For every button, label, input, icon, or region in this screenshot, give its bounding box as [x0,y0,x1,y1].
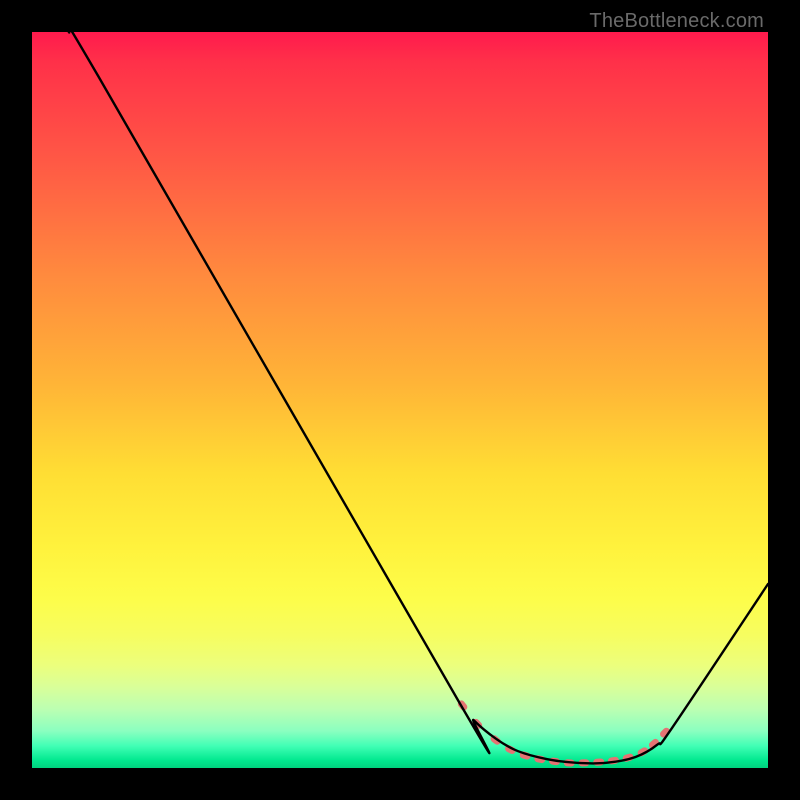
chart-frame: TheBottleneck.com [0,0,800,800]
watermark-text: TheBottleneck.com [589,10,764,33]
chart-plot-area [32,32,768,768]
chart-svg [32,32,768,768]
curve-path [61,32,768,763]
